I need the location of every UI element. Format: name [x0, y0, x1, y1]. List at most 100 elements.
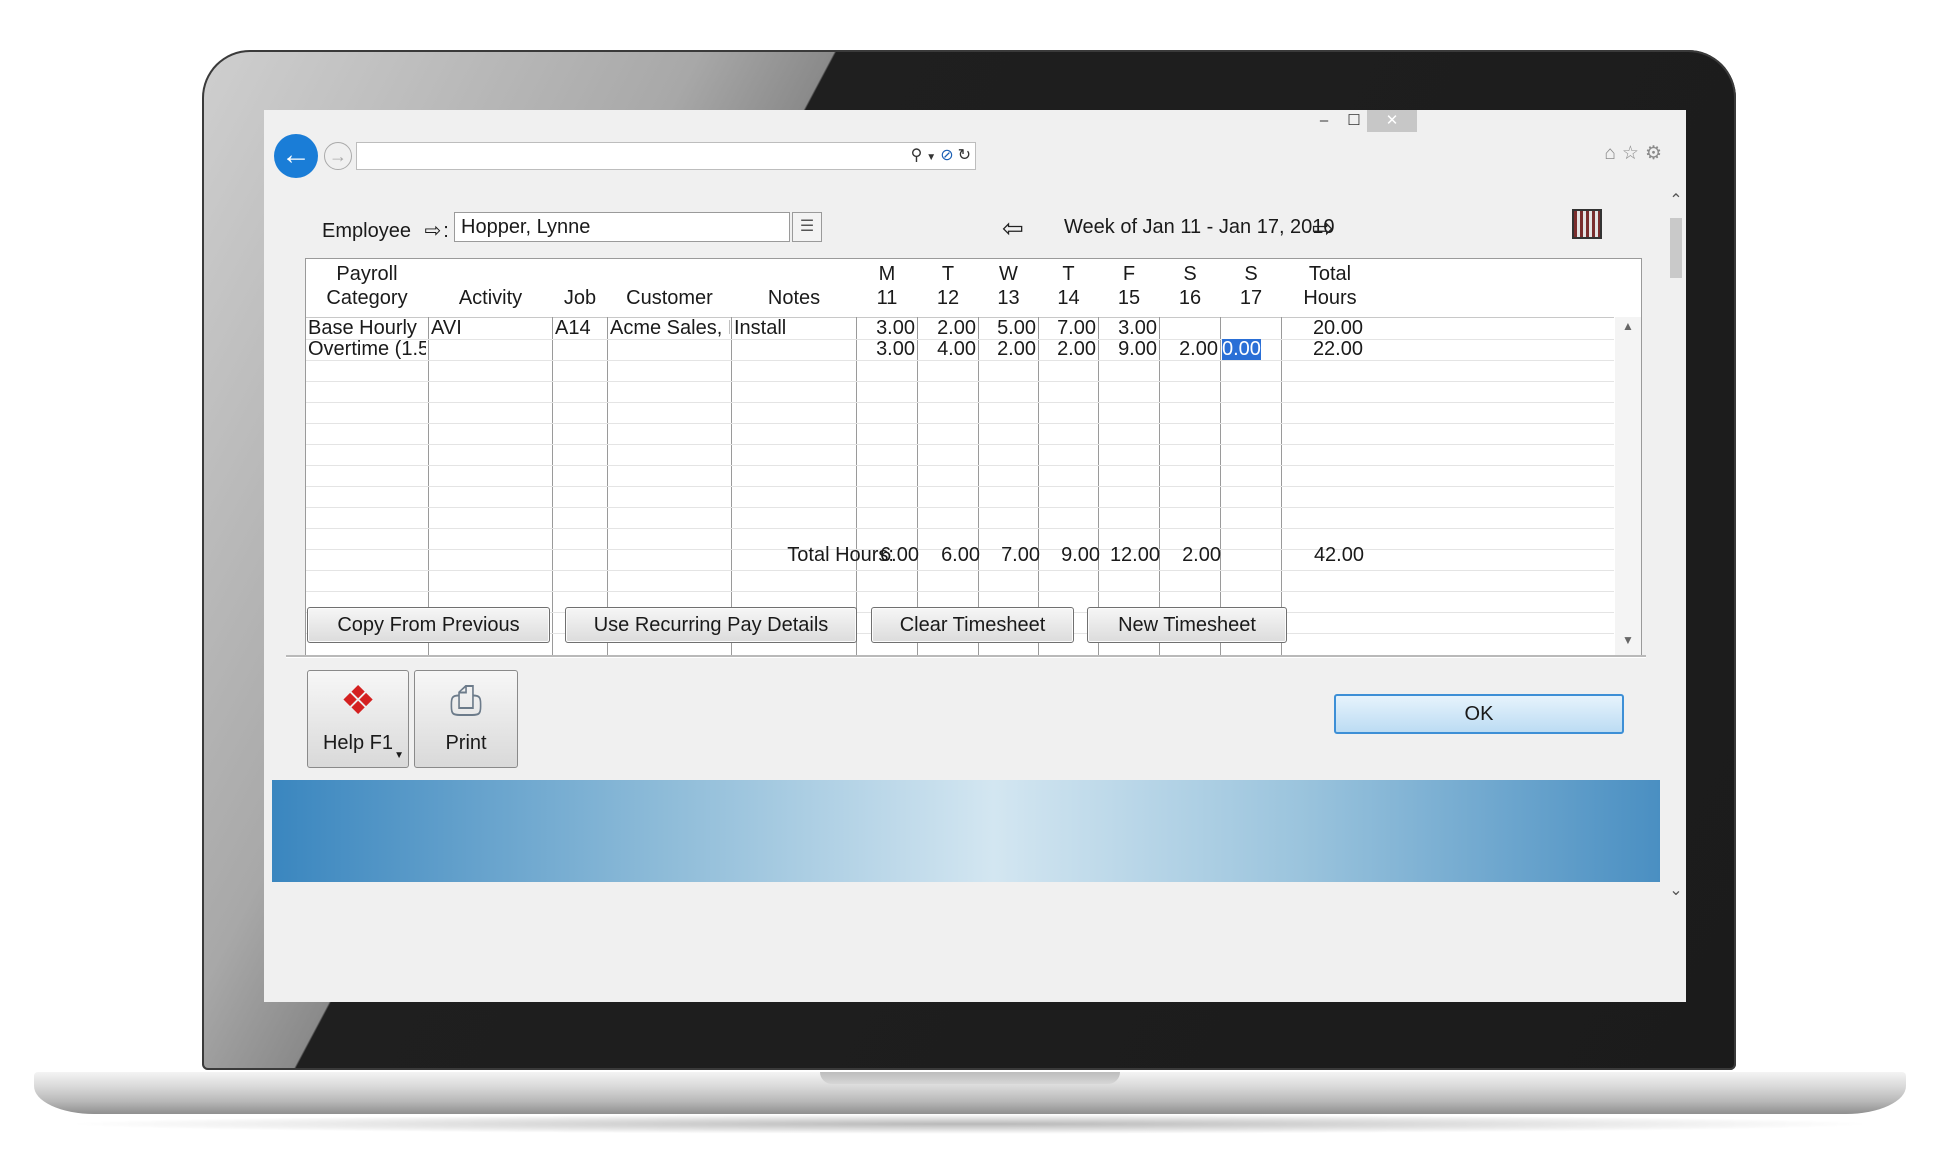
cell-sun[interactable]	[1222, 318, 1279, 339]
browser-toolbar-icons: ⌂ ☆ ⚙	[1598, 142, 1662, 165]
employee-colon: :	[443, 220, 449, 242]
close-button[interactable]: ✕	[1367, 110, 1417, 132]
row-divider	[306, 486, 1614, 487]
total-wed: 7.00	[1001, 544, 1040, 566]
cell-job[interactable]: A14	[555, 318, 605, 339]
row-divider	[306, 465, 1614, 466]
forward-arrow-icon[interactable]: →	[324, 142, 352, 170]
header-fri: F 15	[1117, 263, 1141, 309]
copy-from-previous-button[interactable]: Copy From Previous	[307, 607, 550, 643]
help-button-label: Help F1	[322, 732, 394, 754]
cell-sat[interactable]: 2.00	[1161, 339, 1218, 360]
timesheet-grid: Payroll Category Activity Job Customer No…	[305, 258, 1642, 656]
app-window: – ☐ ✕ ← → ⚲ ▼ ⊘ ↻ ⌂ ☆ ⚙ ⌃ ⌄ Employee ⇨: Hoppe…	[264, 110, 1686, 1002]
cell-notes[interactable]: Install	[734, 318, 854, 339]
print-button-label: Print	[445, 732, 487, 754]
selected-value[interactable]: 0.00	[1222, 339, 1261, 360]
use-recurring-pay-details-button[interactable]: Use Recurring Pay Details	[565, 607, 857, 643]
print-button[interactable]: ⎙ Print	[414, 670, 518, 768]
prev-week-arrow-icon[interactable]: ⇦	[1002, 213, 1024, 243]
cell-activity[interactable]	[431, 339, 550, 360]
clear-timesheet-button[interactable]: Clear Timesheet	[871, 607, 1074, 643]
lifebuoy-icon: ❖	[340, 679, 376, 723]
total-mon: 6.00	[880, 544, 919, 566]
row-divider	[306, 528, 1614, 529]
cell-sun-selected[interactable]: 0.00	[1222, 339, 1279, 360]
address-bar[interactable]: ⚲ ▼ ⊘ ↻	[356, 142, 976, 170]
chevron-down-icon[interactable]: ▼	[394, 750, 404, 761]
employee-arrow-icon[interactable]: ⇨	[425, 220, 442, 242]
header-mon: M 11	[876, 263, 898, 309]
address-icons: ⚲ ▼ ⊘ ↻	[907, 145, 971, 165]
cell-tue[interactable]: 2.00	[919, 318, 976, 339]
row-divider	[306, 381, 1614, 382]
cell-category[interactable]: Base Hourly	[308, 318, 426, 339]
row-divider	[306, 402, 1614, 403]
favorites-star-icon[interactable]: ☆	[1622, 143, 1639, 164]
row-divider	[306, 444, 1614, 445]
ok-button[interactable]: OK	[1334, 694, 1624, 734]
total-fri: 12.00	[1109, 544, 1160, 566]
employee-field[interactable]: Hopper, Lynne	[454, 212, 790, 242]
cell-mon[interactable]: 3.00	[858, 339, 915, 360]
cell-fri[interactable]: 9.00	[1100, 339, 1157, 360]
header-payroll-category: Payroll Category	[326, 263, 408, 309]
help-button[interactable]: ❖ Help F1 ▼	[307, 670, 409, 768]
employee-label: Employee	[322, 220, 411, 242]
cell-thu[interactable]: 2.00	[1040, 339, 1096, 360]
laptop-base	[34, 1072, 1906, 1114]
header-total-hours: Total Hours	[1303, 263, 1357, 309]
new-timesheet-button[interactable]: New Timesheet	[1087, 607, 1287, 643]
settings-gear-icon[interactable]: ⚙	[1645, 143, 1662, 164]
cell-customer[interactable]: Acme Sales, Inc.	[610, 318, 730, 339]
scroll-down-icon[interactable]: ⌄	[1666, 880, 1686, 900]
row-divider	[306, 570, 1614, 571]
cell-wed[interactable]: 2.00	[980, 339, 1036, 360]
header-job: Job	[563, 287, 597, 309]
total-sat: 2.00	[1182, 544, 1221, 566]
cell-customer[interactable]	[610, 339, 730, 360]
back-arrow-icon[interactable]: ←	[274, 134, 318, 178]
employee-dropdown-icon[interactable]: ☰	[792, 212, 822, 242]
row-divider	[306, 360, 1614, 361]
page-scrollbar[interactable]: ⌃ ⌄	[1666, 190, 1686, 1002]
cell-mon[interactable]: 3.00	[858, 318, 915, 339]
grid-scroll-up-icon[interactable]: ▲	[1615, 319, 1641, 333]
employee-label-group: Employee ⇨:	[322, 218, 449, 243]
next-week-arrow-icon[interactable]: ⇨	[1312, 213, 1334, 243]
cell-wed[interactable]: 5.00	[980, 318, 1036, 339]
footer-banner	[272, 780, 1660, 882]
total-all: 42.00	[1313, 544, 1364, 566]
grid-scrollbar[interactable]: ▲ ▼	[1615, 317, 1641, 655]
calendar-icon[interactable]	[1572, 209, 1602, 239]
printer-icon: ⎙	[450, 679, 482, 723]
cell-category[interactable]: Overtime (1.5x)	[308, 339, 426, 360]
grid-scroll-down-icon[interactable]: ▼	[1615, 633, 1641, 647]
refresh-icon[interactable]: ↻	[958, 147, 971, 164]
cell-thu[interactable]: 7.00	[1040, 318, 1096, 339]
search-icon[interactable]: ⚲	[911, 147, 923, 164]
total-tue: 6.00	[941, 544, 980, 566]
stop-icon[interactable]: ⊘	[940, 147, 953, 164]
cell-notes[interactable]	[734, 339, 854, 360]
header-sat: S 16	[1178, 263, 1202, 309]
row-divider	[306, 423, 1614, 424]
scrollbar-thumb[interactable]	[1670, 218, 1682, 278]
header-activity: Activity	[458, 287, 523, 309]
row-divider	[306, 507, 1614, 508]
cell-total: 22.00	[1312, 339, 1363, 360]
cell-job[interactable]	[555, 339, 605, 360]
cell-fri[interactable]: 3.00	[1100, 318, 1157, 339]
home-icon[interactable]: ⌂	[1604, 143, 1615, 164]
section-divider	[286, 655, 1646, 658]
header-tue: T 12	[936, 263, 960, 309]
dropdown-icon[interactable]: ▼	[926, 152, 936, 163]
row-divider	[306, 591, 1614, 592]
week-label: Week of Jan 11 - Jan 17, 2010	[1064, 216, 1335, 238]
header-customer: Customer	[626, 287, 713, 309]
cell-tue[interactable]: 4.00	[919, 339, 976, 360]
laptop-base-notch	[820, 1072, 1120, 1084]
cell-activity[interactable]: AVI	[431, 318, 550, 339]
scroll-up-icon[interactable]: ⌃	[1666, 190, 1686, 210]
cell-sat[interactable]	[1161, 318, 1218, 339]
